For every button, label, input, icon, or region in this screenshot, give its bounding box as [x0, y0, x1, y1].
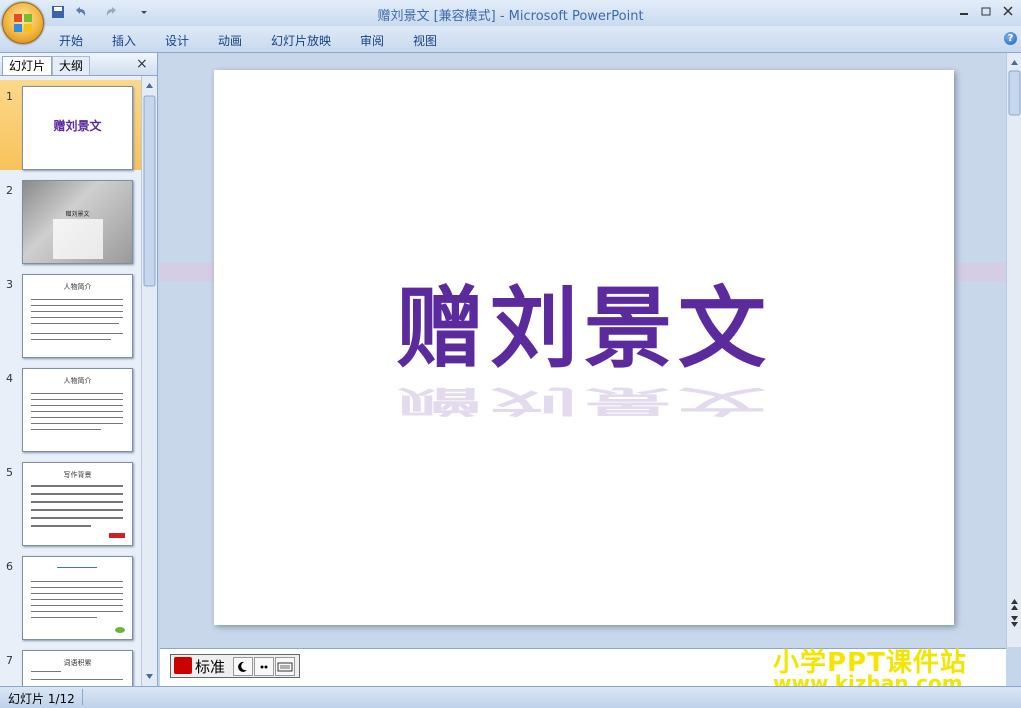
half-width-icon[interactable]: [233, 657, 253, 676]
slide-preview: 赠刘景文: [22, 180, 133, 264]
slide-preview: 人物简介: [22, 368, 133, 452]
slide-thumbnail-2[interactable]: 2 赠刘景文: [0, 174, 141, 264]
slide-preview: 词语积累: [22, 650, 133, 686]
status-bar: 幻灯片 1/12: [0, 686, 1021, 708]
tab-home[interactable]: 开始: [59, 32, 83, 49]
slide-preview: 写作背景: [22, 462, 133, 546]
slide-number: 5: [6, 466, 13, 479]
slide-thumb-title: 人物简介: [63, 283, 92, 291]
ime-mode-label[interactable]: 标准: [195, 656, 225, 677]
slide-preview: 赠刘景文: [22, 86, 133, 170]
ime-logo-icon[interactable]: [174, 657, 192, 674]
tab-review[interactable]: 审阅: [360, 32, 384, 49]
slide-thumb-title: 赠刘景文: [53, 119, 102, 133]
slide-counter: 幻灯片 1/12: [8, 692, 75, 706]
calligraphy-text-box: [53, 219, 103, 259]
slide-thumbnail-5[interactable]: 5 写作背景: [0, 456, 141, 546]
tab-slideshow[interactable]: 幻灯片放映: [271, 32, 331, 49]
office-logo-icon: [14, 14, 32, 32]
slide-number: 4: [6, 372, 13, 385]
slide-number: 1: [6, 90, 13, 103]
slide-thumbnails[interactable]: 1 赠刘景文 2 赠刘景文 3 人物简介 4 人物简介 5 写作背景 6 7 词…: [0, 76, 141, 686]
slide-thumb-title: 写作背景: [63, 471, 92, 479]
slide-thumb-title: 词语积累: [63, 659, 92, 667]
slide-number: 2: [6, 184, 13, 197]
close-icon[interactable]: [999, 4, 1017, 18]
slide-thumbnail-6[interactable]: 6: [0, 550, 141, 640]
slide-thumb-title: 人物简介: [63, 377, 92, 385]
slide-thumbnail-3[interactable]: 3 人物简介: [0, 268, 141, 358]
title-bar: 赠刘景文 [兼容模式] - Microsoft PowerPoint: [0, 0, 1021, 26]
slide-thumbnail-7[interactable]: 7 词语积累: [0, 644, 141, 686]
status-divider: [82, 689, 83, 705]
slides-panel: 幻灯片 大纲 × 1 赠刘景文 2 赠刘景文 3 人物简介 4 人物简介 5 写…: [0, 53, 158, 686]
panel-close-icon[interactable]: ×: [136, 56, 148, 72]
slide-preview: 人物简介: [22, 274, 133, 358]
restore-icon[interactable]: [977, 4, 995, 18]
leaf-icon: [115, 627, 125, 633]
soft-keyboard-icon[interactable]: [275, 657, 295, 676]
ribbon-tab-bar: 开始 插入 设计 动画 幻灯片放映 审阅 视图 ?: [0, 26, 1021, 53]
ime-toolbar[interactable]: 标准: [170, 654, 300, 678]
minimize-icon[interactable]: [955, 4, 973, 18]
tab-design[interactable]: 设计: [165, 32, 189, 49]
slide-thumbnail-1[interactable]: 1 赠刘景文: [0, 80, 141, 170]
slide-thumbnail-4[interactable]: 4 人物简介: [0, 362, 141, 452]
slide-number: 6: [6, 560, 13, 573]
slide-title[interactable]: 赠刘景文: [214, 258, 954, 385]
slide-thumb-title: 赠刘景文: [65, 211, 90, 218]
tab-outline[interactable]: 大纲: [52, 56, 91, 75]
window-title: 赠刘景文 [兼容模式] - Microsoft PowerPoint: [377, 9, 644, 24]
tab-insert[interactable]: 插入: [112, 32, 136, 49]
main-scrollbar[interactable]: [1006, 53, 1021, 647]
punctuation-icon[interactable]: [254, 657, 274, 676]
panel-tabs: 幻灯片 大纲 ×: [0, 53, 157, 76]
slide-preview: [22, 556, 133, 640]
tab-animations[interactable]: 动画: [218, 32, 242, 49]
logo-mark: [109, 533, 125, 538]
tab-view[interactable]: 视图: [413, 32, 437, 49]
slide-number: 3: [6, 278, 13, 291]
thumbnail-scrollbar[interactable]: [141, 76, 157, 686]
slide-number: 7: [6, 654, 13, 667]
tab-slides[interactable]: 幻灯片: [2, 56, 53, 75]
help-icon[interactable]: ?: [1004, 32, 1017, 45]
slide-title-reflection: 赠刘景文: [395, 383, 772, 420]
slide-canvas[interactable]: 赠刘景文 赠刘景文: [214, 70, 954, 625]
office-button[interactable]: [2, 2, 44, 44]
